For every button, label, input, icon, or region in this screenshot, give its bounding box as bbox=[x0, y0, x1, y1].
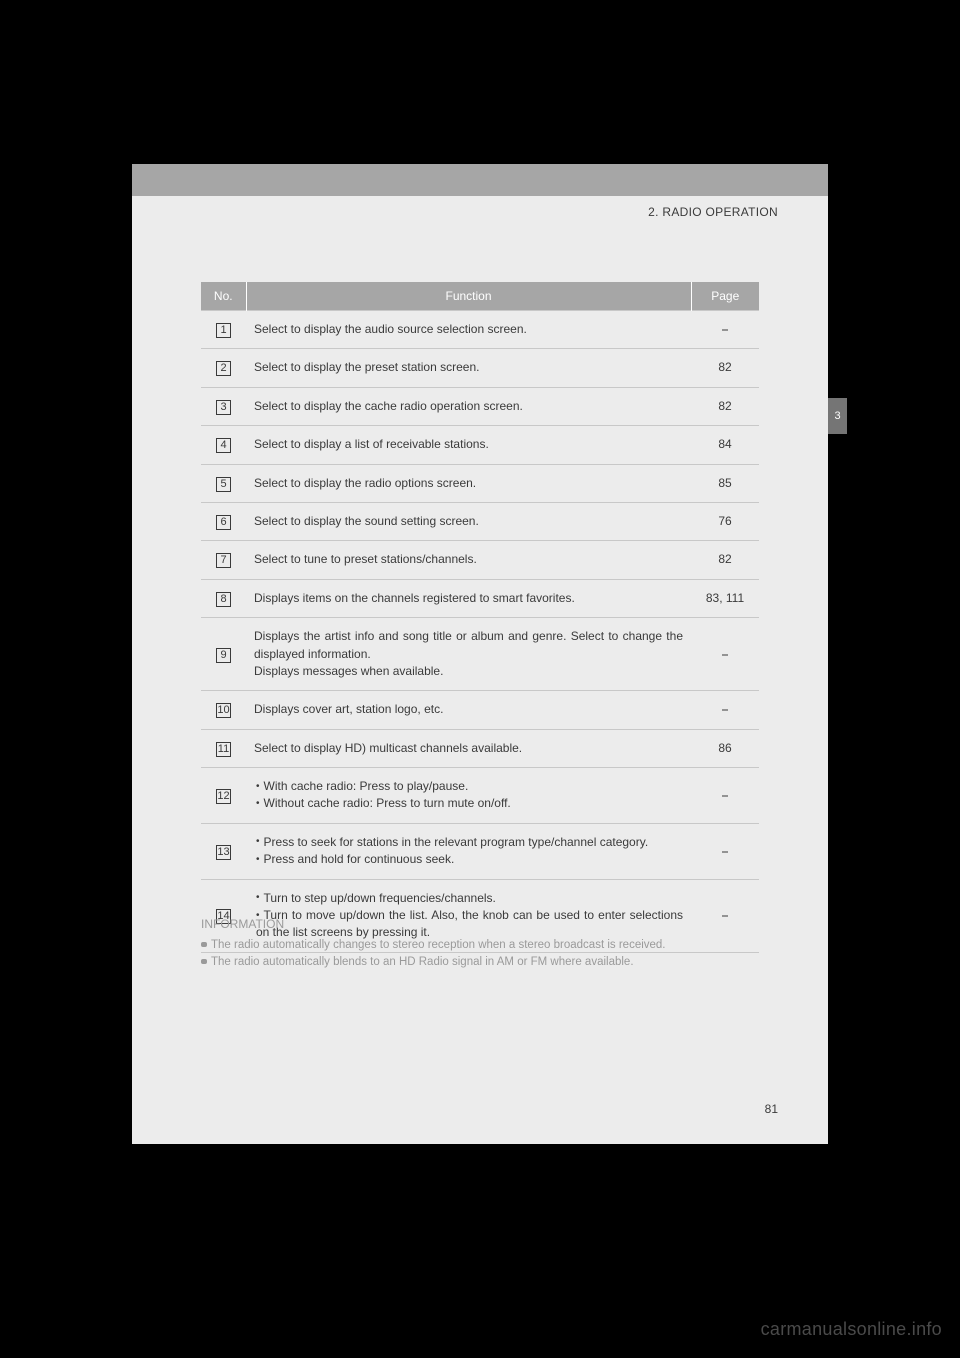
col-header-function: Function bbox=[246, 282, 691, 311]
cell-no: 7 bbox=[201, 541, 246, 579]
cell-page: 82 bbox=[691, 541, 759, 579]
list-item: With cache radio: Press to play/pause. bbox=[256, 778, 683, 795]
boxed-number-icon: 2 bbox=[216, 361, 231, 376]
function-table: No. Function Page 1 Select to display the… bbox=[201, 282, 759, 953]
light-band: 2. RADIO OPERATION bbox=[132, 196, 828, 259]
table-row: 3 Select to display the cache radio opera… bbox=[201, 387, 759, 425]
cell-page: ⎯ bbox=[691, 311, 759, 349]
cell-no: 12 bbox=[201, 768, 246, 824]
cell-function: Select to display the sound setting scre… bbox=[246, 502, 691, 540]
information-box: INFORMATION The radio automatically chan… bbox=[201, 916, 759, 971]
table-row: 10 Displays cover art, station logo, etc.… bbox=[201, 691, 759, 729]
list-item: The radio automatically changes to stere… bbox=[201, 937, 759, 954]
cell-function: Select to display the audio source selec… bbox=[246, 311, 691, 349]
cell-no: 11 bbox=[201, 729, 246, 767]
boxed-number-icon: 9 bbox=[216, 648, 231, 663]
cell-page: 82 bbox=[691, 349, 759, 387]
list-item: The radio automatically blends to an HD … bbox=[201, 954, 759, 971]
boxed-number-icon: 6 bbox=[216, 515, 231, 530]
function-text: Displays the artist info and song title … bbox=[254, 628, 683, 663]
boxed-number-icon: 1 bbox=[216, 323, 231, 338]
cell-page: ⎯ bbox=[691, 768, 759, 824]
cell-function: Displays cover art, station logo, etc. bbox=[246, 691, 691, 729]
table-row: 9 Displays the artist info and song title… bbox=[201, 618, 759, 691]
information-list: The radio automatically changes to stere… bbox=[201, 937, 759, 970]
cell-function: Press to seek for stations in the releva… bbox=[246, 823, 691, 879]
cell-page: 86 bbox=[691, 729, 759, 767]
cell-no: 9 bbox=[201, 618, 246, 691]
information-title: INFORMATION bbox=[201, 916, 759, 933]
table-row: 13 Press to seek for stations in the rele… bbox=[201, 823, 759, 879]
cell-function: Select to display the radio options scre… bbox=[246, 464, 691, 502]
cell-function: Select to tune to preset stations/channe… bbox=[246, 541, 691, 579]
page-number: 81 bbox=[765, 1102, 778, 1116]
boxed-number-icon: 11 bbox=[216, 742, 231, 757]
cell-no: 5 bbox=[201, 464, 246, 502]
cell-page: ⎯ bbox=[691, 618, 759, 691]
manual-page: 2. RADIO OPERATION 3 AUDIO/VISUAL SYSTEM… bbox=[132, 164, 828, 1144]
cell-no: 10 bbox=[201, 691, 246, 729]
cell-page: 84 bbox=[691, 426, 759, 464]
bullet-list: Press to seek for stations in the releva… bbox=[254, 834, 683, 869]
function-text: Displays messages when available. bbox=[254, 663, 683, 680]
section-title: 2. RADIO OPERATION bbox=[648, 205, 778, 219]
chapter-tab: 3 bbox=[828, 398, 847, 434]
cell-no: 2 bbox=[201, 349, 246, 387]
boxed-number-icon: 13 bbox=[216, 845, 231, 860]
table-row: 12 With cache radio: Press to play/pause.… bbox=[201, 768, 759, 824]
boxed-number-icon: 4 bbox=[216, 438, 231, 453]
boxed-number-icon: 8 bbox=[216, 592, 231, 607]
cell-no: 6 bbox=[201, 502, 246, 540]
bullet-list: With cache radio: Press to play/pause.Wi… bbox=[254, 778, 683, 813]
chapter-tab-number: 3 bbox=[834, 410, 840, 422]
cell-page: ⎯ bbox=[691, 823, 759, 879]
cell-function: Displays items on the channels registere… bbox=[246, 579, 691, 617]
table-row: 5 Select to display the radio options scr… bbox=[201, 464, 759, 502]
list-item: Press to seek for stations in the releva… bbox=[256, 834, 683, 851]
boxed-number-icon: 10 bbox=[216, 703, 231, 718]
cell-function: Select to display HD) multicast channels… bbox=[246, 729, 691, 767]
cell-page: 83, 111 bbox=[691, 579, 759, 617]
table-row: 2 Select to display the preset station sc… bbox=[201, 349, 759, 387]
list-item: Press and hold for continuous seek. bbox=[256, 851, 683, 868]
table-row: 1 Select to display the audio source sele… bbox=[201, 311, 759, 349]
boxed-number-icon: 7 bbox=[216, 553, 231, 568]
table-row: 7 Select to tune to preset stations/chann… bbox=[201, 541, 759, 579]
cell-function: Select to display a list of receivable s… bbox=[246, 426, 691, 464]
boxed-number-icon: 3 bbox=[216, 400, 231, 415]
cell-function: Displays the artist info and song title … bbox=[246, 618, 691, 691]
grey-header-band bbox=[132, 164, 828, 196]
cell-function: With cache radio: Press to play/pause.Wi… bbox=[246, 768, 691, 824]
cell-no: 13 bbox=[201, 823, 246, 879]
table-row: 11 Select to display HD) multicast channe… bbox=[201, 729, 759, 767]
list-item: Turn to step up/down frequencies/channel… bbox=[256, 890, 683, 907]
cell-page: ⎯ bbox=[691, 691, 759, 729]
cell-no: 3 bbox=[201, 387, 246, 425]
boxed-number-icon: 12 bbox=[216, 789, 231, 804]
watermark: carmanualsonline.info bbox=[761, 1319, 942, 1340]
col-header-page: Page bbox=[691, 282, 759, 311]
cell-page: 82 bbox=[691, 387, 759, 425]
cell-function: Select to display the preset station scr… bbox=[246, 349, 691, 387]
cell-page: 76 bbox=[691, 502, 759, 540]
table-row: 6 Select to display the sound setting scr… bbox=[201, 502, 759, 540]
boxed-number-icon: 5 bbox=[216, 477, 231, 492]
cell-no: 1 bbox=[201, 311, 246, 349]
cell-function: Select to display the cache radio operat… bbox=[246, 387, 691, 425]
col-header-no: No. bbox=[201, 282, 246, 311]
table-row: 8 Displays items on the channels register… bbox=[201, 579, 759, 617]
cell-page: 85 bbox=[691, 464, 759, 502]
cell-no: 8 bbox=[201, 579, 246, 617]
table-row: 4 Select to display a list of receivable … bbox=[201, 426, 759, 464]
list-item: Without cache radio: Press to turn mute … bbox=[256, 795, 683, 812]
cell-no: 4 bbox=[201, 426, 246, 464]
